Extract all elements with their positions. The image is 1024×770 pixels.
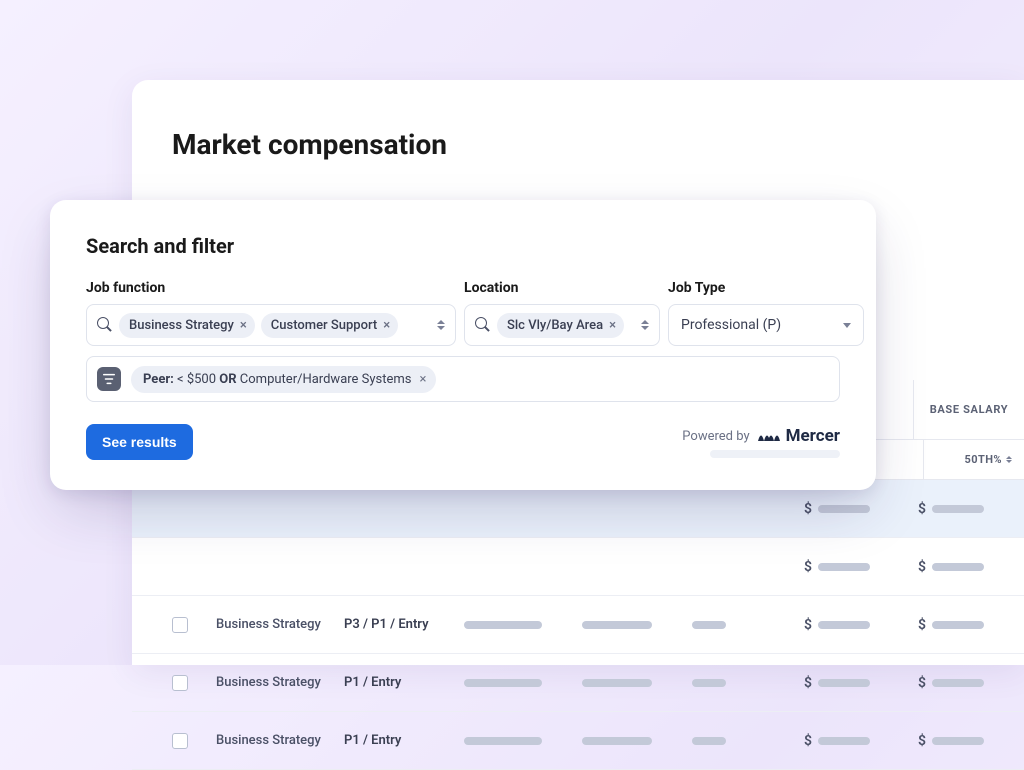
mercer-logo-text: Mercer (786, 426, 840, 446)
page-title: Market compensation (172, 128, 984, 161)
expand-icon[interactable] (639, 320, 651, 330)
chevron-down-icon (843, 323, 851, 328)
peer-filter-input[interactable]: Peer: < $500 OR Computer/Hardware System… (86, 356, 840, 402)
table-row[interactable]: Business Strategy P3 / P1 / Entry $ $ (132, 596, 1024, 654)
cell-job-function: Business Strategy (216, 617, 344, 632)
chip-job-function[interactable]: Business Strategy × (119, 313, 255, 338)
chip-location[interactable]: Slc Vly/Bay Area × (497, 313, 624, 338)
placeholder-cells (464, 679, 726, 687)
salary-cell: $ (894, 559, 984, 575)
placeholder-cells (464, 737, 726, 745)
search-icon (475, 317, 491, 333)
salary-cell: $ (894, 733, 984, 749)
salary-cell: $ (780, 559, 870, 575)
table-row[interactable]: $ $ (132, 538, 1024, 596)
chip-remove-icon[interactable]: × (420, 372, 427, 387)
salary-cell: $ (780, 733, 870, 749)
salary-cell: $ (780, 675, 870, 691)
cell-job-function: Business Strategy (216, 675, 344, 690)
chip-remove-icon[interactable]: × (383, 319, 390, 332)
label-job-type: Job Type (668, 280, 864, 296)
cell-level: P3 / P1 / Entry (344, 617, 464, 632)
chip-job-function[interactable]: Customer Support × (261, 313, 398, 338)
salary-cell: $ (780, 617, 870, 633)
powered-placeholder (710, 450, 840, 458)
row-checkbox[interactable] (172, 617, 188, 633)
mercer-logo: Mercer (758, 426, 840, 446)
filter-title: Search and filter (86, 234, 840, 258)
job-type-value: Professional (P) (681, 317, 781, 333)
salary-cell: $ (894, 675, 984, 691)
table-row[interactable]: Business Strategy P1 / Entry $ $ (132, 654, 1024, 712)
mercer-logo-icon (758, 428, 780, 444)
placeholder-cells (464, 621, 726, 629)
location-input[interactable]: Slc Vly/Bay Area × (464, 304, 660, 346)
see-results-button[interactable]: See results (86, 424, 193, 460)
cell-level: P1 / Entry (344, 733, 464, 748)
cell-job-function: Business Strategy (216, 733, 344, 748)
peer-chip[interactable]: Peer: < $500 OR Computer/Hardware System… (131, 366, 436, 393)
job-type-select[interactable]: Professional (P) (668, 304, 864, 346)
salary-cell: $ (894, 617, 984, 633)
search-icon (97, 317, 113, 333)
sort-icon (1006, 454, 1016, 466)
cell-level: P1 / Entry (344, 675, 464, 690)
filter-panel: Search and filter Job function Location … (50, 200, 876, 490)
column-50th[interactable]: 50TH% (924, 453, 1024, 466)
filter-icon (97, 367, 121, 391)
table-row[interactable]: Business Strategy P1 / Entry $ $ (132, 712, 1024, 770)
label-location: Location (464, 280, 660, 296)
job-function-input[interactable]: Business Strategy × Customer Support × (86, 304, 456, 346)
row-checkbox[interactable] (172, 675, 188, 691)
chip-remove-icon[interactable]: × (609, 319, 616, 332)
row-checkbox[interactable] (172, 733, 188, 749)
column-base-salary: BASE SALARY (930, 403, 1009, 416)
salary-cell: $ (894, 501, 984, 517)
powered-by-label: Powered by (682, 429, 749, 444)
chip-remove-icon[interactable]: × (240, 319, 247, 332)
label-job-function: Job function (86, 280, 456, 296)
salary-cell: $ (780, 501, 870, 517)
expand-icon[interactable] (435, 320, 447, 330)
powered-by: Powered by Mercer (682, 426, 840, 458)
